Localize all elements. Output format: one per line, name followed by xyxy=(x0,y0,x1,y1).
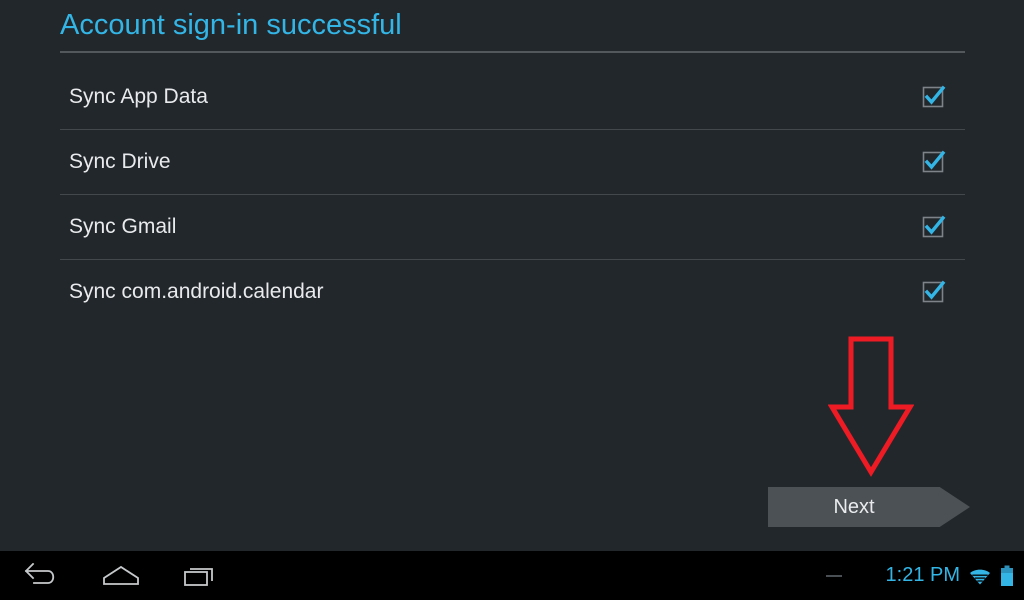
system-navigation-bar: 1:21 PM xyxy=(0,551,1024,600)
checkbox-checked-icon[interactable] xyxy=(921,279,947,305)
next-button-label: Next xyxy=(833,496,875,518)
down-arrow-annotation-icon xyxy=(828,335,914,477)
list-item-label: Sync com.android.calendar xyxy=(69,280,324,303)
sync-options-list: Sync App Data Sync Drive Sync Gmail Sync… xyxy=(60,64,965,324)
page-title: Account sign-in successful xyxy=(60,9,402,41)
battery-icon xyxy=(1001,565,1013,586)
list-item[interactable]: Sync App Data xyxy=(60,64,965,129)
status-bar: 1:21 PM xyxy=(825,551,1014,600)
list-item-label: Sync Gmail xyxy=(69,215,177,238)
checkbox-checked-icon[interactable] xyxy=(921,149,947,175)
checkbox-checked-icon[interactable] xyxy=(921,214,947,240)
list-item-label: Sync Drive xyxy=(69,150,171,173)
list-item[interactable]: Sync Gmail xyxy=(60,194,965,259)
android-tablet-screen: Account sign-in successful Sync App Data… xyxy=(0,0,1024,600)
list-item[interactable]: Sync com.android.calendar xyxy=(60,259,965,324)
home-icon[interactable] xyxy=(80,551,162,600)
back-icon[interactable] xyxy=(0,551,82,600)
list-item[interactable]: Sync Drive xyxy=(60,129,965,194)
wifi-icon xyxy=(970,569,990,584)
status-clock[interactable]: 1:21 PM xyxy=(886,564,960,587)
title-divider xyxy=(60,51,965,53)
recents-icon[interactable] xyxy=(160,551,242,600)
setup-content-area: Account sign-in successful Sync App Data… xyxy=(0,0,1024,551)
checkbox-checked-icon[interactable] xyxy=(921,84,947,110)
list-item-label: Sync App Data xyxy=(69,84,208,108)
next-button[interactable]: Next xyxy=(768,487,970,527)
notification-dash-icon xyxy=(825,574,842,577)
